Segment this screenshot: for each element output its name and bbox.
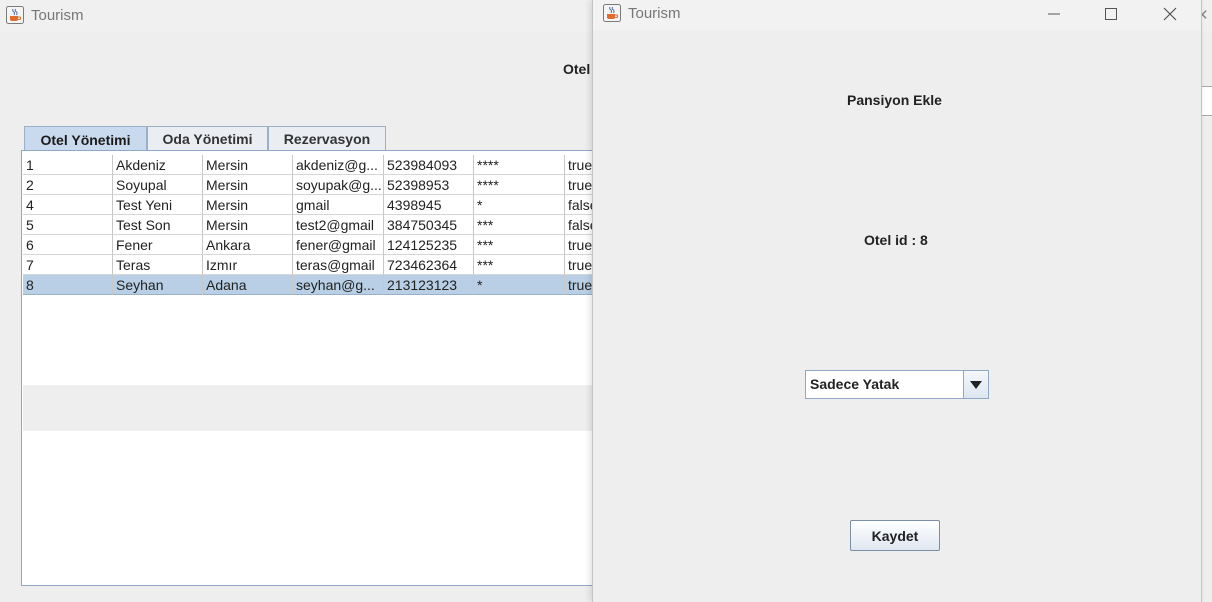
table-row[interactable]: 7 Teras Izmır teras@gmail 723462364 *** … — [23, 255, 625, 275]
table-cell: Seyhan — [113, 275, 203, 295]
table-row[interactable]: 2 Soyupal Mersin soyupak@g... 52398953 *… — [23, 175, 625, 195]
table-cell: 2 — [23, 175, 113, 195]
dialog-titlebar[interactable]: Tourism — [593, 0, 1201, 30]
table-cell: test2@gmail — [293, 215, 384, 235]
table-cell: * — [474, 195, 565, 215]
pansiyon-type-select[interactable]: Sadece Yatak — [805, 370, 989, 399]
pansiyon-dialog: Tourism Pansiyon Ekle Otel id : 8 Sadece… — [592, 0, 1202, 602]
table-cell: soyupak@g... — [293, 175, 384, 195]
table-cell: Mersin — [203, 195, 293, 215]
table-cell: *** — [474, 235, 565, 255]
dialog-title: Tourism — [628, 5, 681, 22]
tab-rezervasyon[interactable]: Rezervasyon — [268, 126, 386, 150]
dialog-heading: Pansiyon Ekle — [847, 92, 942, 108]
table-cell: *** — [474, 215, 565, 235]
table-row[interactable]: 1 Akdeniz Mersin akdeniz@g... 523984093 … — [23, 155, 625, 175]
table-cell: **** — [474, 155, 565, 175]
otel-yonetimi-panel: 1 Akdeniz Mersin akdeniz@g... 523984093 … — [21, 150, 625, 586]
table-cell: teras@gmail — [293, 255, 384, 275]
triangle-down-icon[interactable] — [963, 371, 988, 398]
table-row[interactable]: 4 Test Yeni Mersin gmail 4398945 * false — [23, 195, 625, 215]
table-cell: 52398953 — [384, 175, 474, 195]
otel-id-label: Otel id : 8 — [864, 232, 928, 248]
main-window-title: Tourism — [31, 7, 84, 24]
table-cell: Test Son — [113, 215, 203, 235]
maximize-icon[interactable] — [1091, 3, 1131, 25]
table-cell: *** — [474, 255, 565, 275]
table-cell: seyhan@g... — [293, 275, 384, 295]
table-cell: akdeniz@g... — [293, 155, 384, 175]
table-cell: 124125235 — [384, 235, 474, 255]
minimize-icon[interactable] — [1034, 3, 1074, 25]
table-cell: 4398945 — [384, 195, 474, 215]
table-cell: Mersin — [203, 155, 293, 175]
table-cell: 7 — [23, 255, 113, 275]
table-cell: Adana — [203, 275, 293, 295]
table-cell: 523984093 — [384, 155, 474, 175]
table-cell: Teras — [113, 255, 203, 275]
table-cell: **** — [474, 175, 565, 195]
hotel-table[interactable]: 1 Akdeniz Mersin akdeniz@g... 523984093 … — [23, 155, 625, 295]
table-cell: fener@gmail — [293, 235, 384, 255]
table-cell: 6 — [23, 235, 113, 255]
table-cell: Akdeniz — [113, 155, 203, 175]
save-button-label: Kaydet — [871, 527, 919, 544]
table-cell: Mersin — [203, 175, 293, 195]
table-cell: 5 — [23, 215, 113, 235]
java-coffee-icon — [603, 4, 621, 22]
table-row[interactable]: 5 Test Son Mersin test2@gmail 384750345 … — [23, 215, 625, 235]
table-cell: * — [474, 275, 565, 295]
table-cell: Soyupal — [113, 175, 203, 195]
table-separator-band — [23, 385, 621, 431]
tab-label: Otel Yönetimi — [40, 131, 131, 148]
select-value: Sadece Yatak — [810, 376, 900, 392]
table-cell: 723462364 — [384, 255, 474, 275]
table-cell: Fener — [113, 235, 203, 255]
tab-otel-yonetimi[interactable]: Otel Yönetimi — [24, 126, 147, 152]
table-cell: Ankara — [203, 235, 293, 255]
table-cell: Mersin — [203, 215, 293, 235]
close-icon[interactable] — [1150, 3, 1190, 25]
save-button[interactable]: Kaydet — [850, 520, 940, 551]
table-row-selected[interactable]: 8 Seyhan Adana seyhan@g... 213123123 * t… — [23, 275, 625, 295]
java-coffee-icon — [6, 6, 24, 24]
table-cell: 8 — [23, 275, 113, 295]
main-header-label: Otel — [563, 61, 591, 77]
table-cell: Izmır — [203, 255, 293, 275]
table-cell: Test Yeni — [113, 195, 203, 215]
table-cell: 1 — [23, 155, 113, 175]
tab-label: Oda Yönetimi — [162, 130, 253, 147]
table-cell: gmail — [293, 195, 384, 215]
table-cell: 4 — [23, 195, 113, 215]
tab-label: Rezervasyon — [283, 130, 371, 147]
table-cell: 213123123 — [384, 275, 474, 295]
table-cell: 384750345 — [384, 215, 474, 235]
table-row[interactable]: 6 Fener Ankara fener@gmail 124125235 ***… — [23, 235, 625, 255]
tab-oda-yonetimi[interactable]: Oda Yönetimi — [147, 126, 268, 150]
